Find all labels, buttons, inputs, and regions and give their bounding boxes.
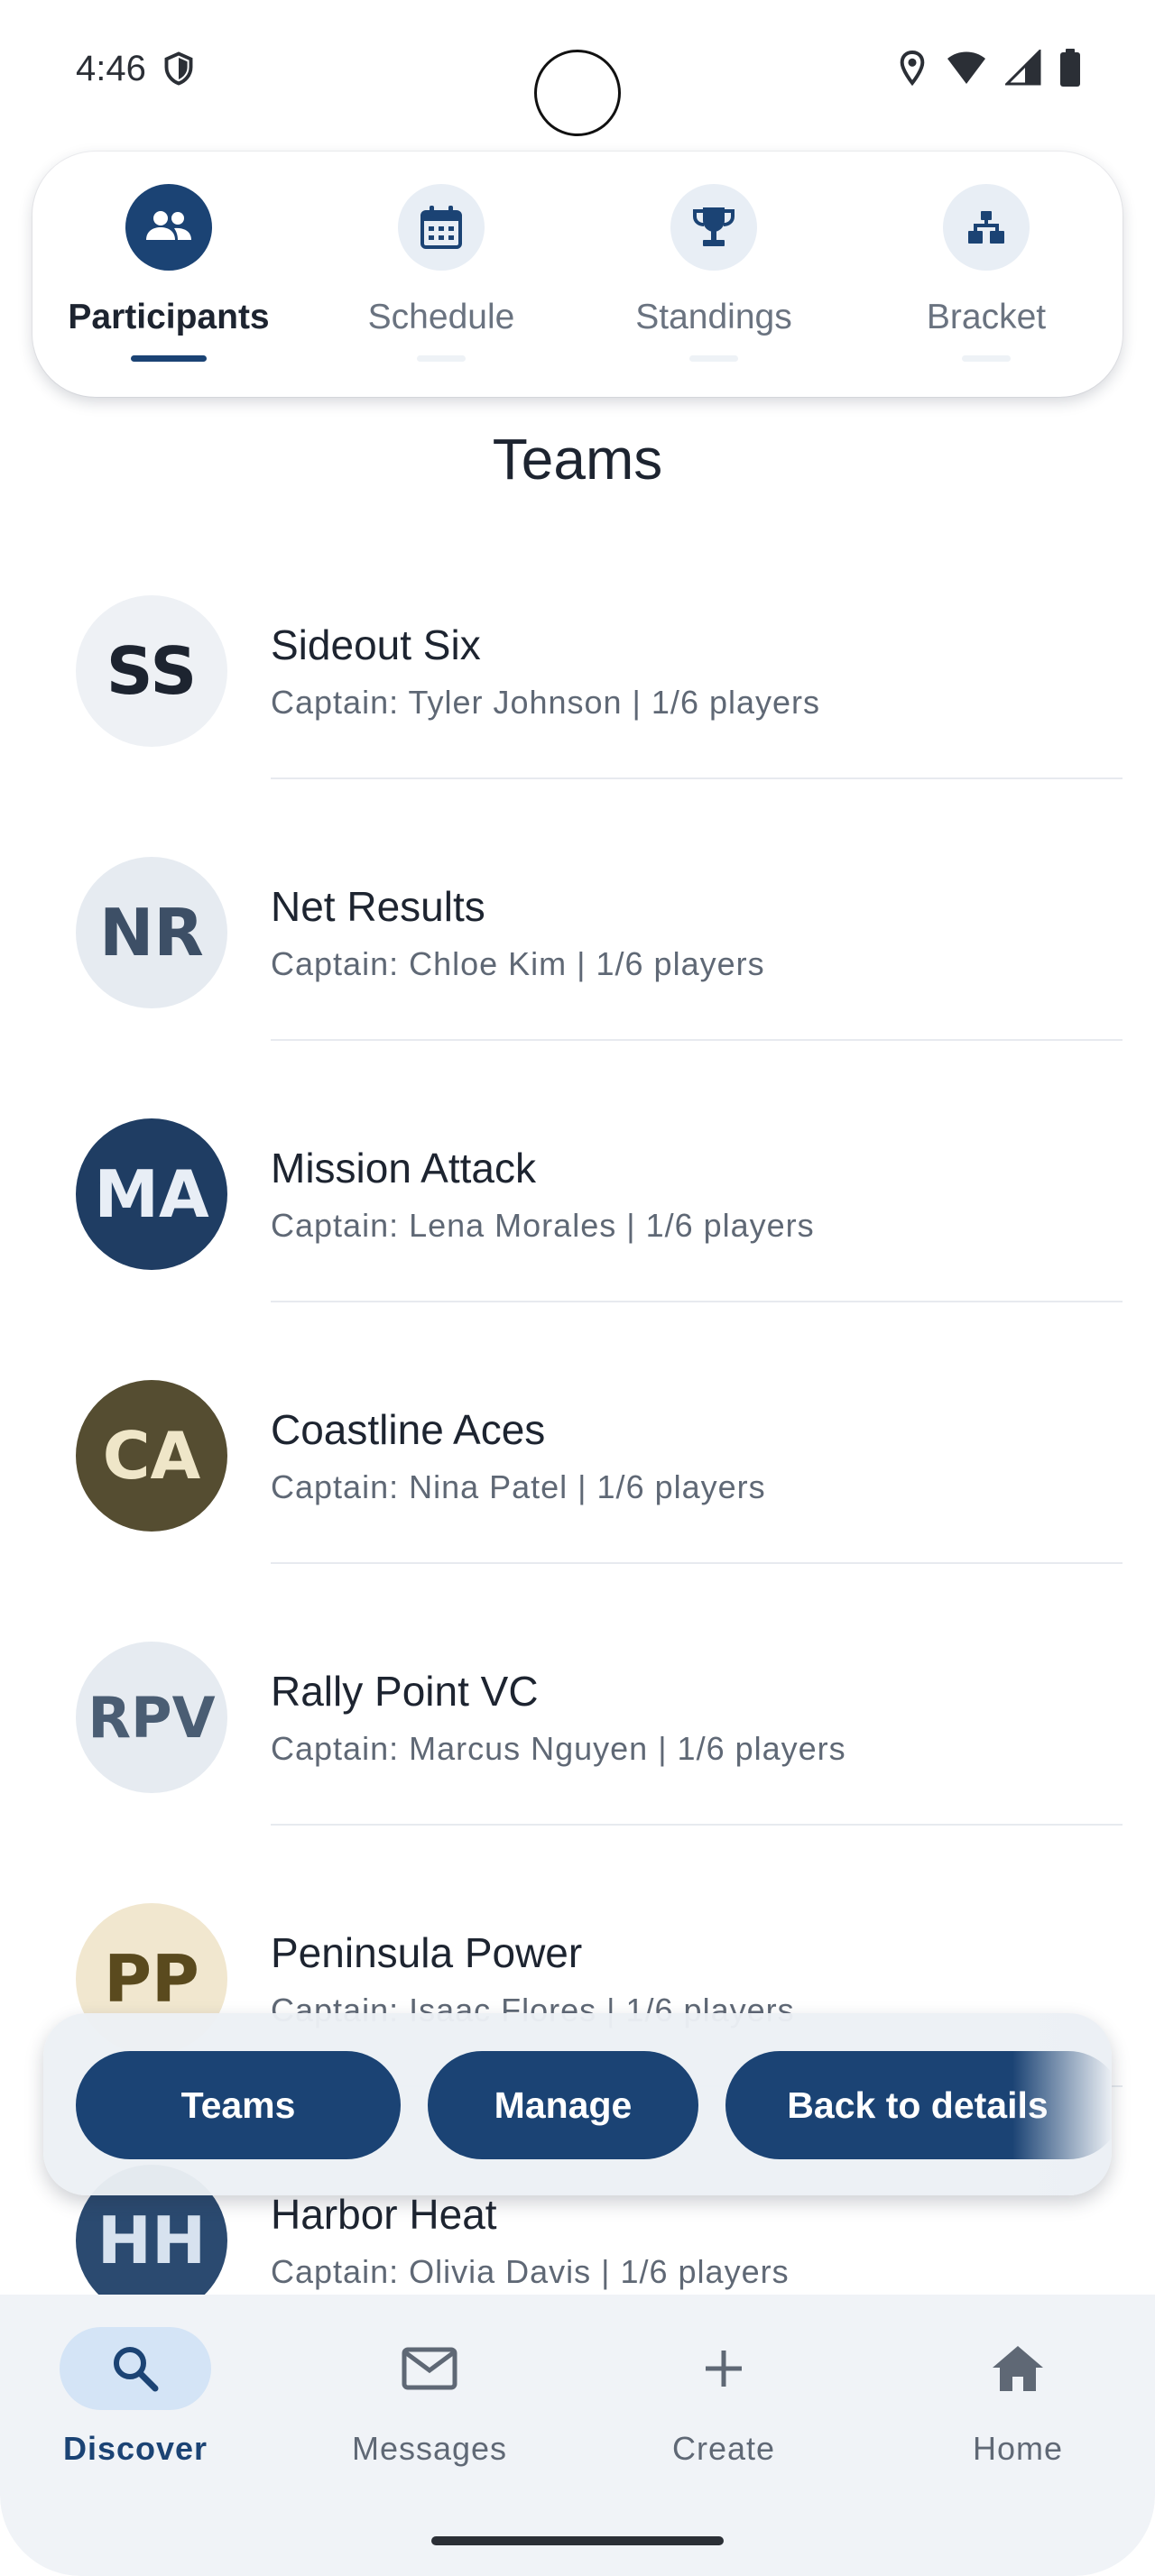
bracket-icon xyxy=(968,211,1004,244)
nav-label: Home xyxy=(972,2430,1064,2467)
mail-icon xyxy=(402,2347,457,2390)
row-divider xyxy=(271,1039,1123,1041)
shield-icon xyxy=(164,51,193,86)
team-captain-info: Captain: Lena Morales | 1/6 players xyxy=(271,1207,815,1244)
team-captain-info: Captain: Olivia Davis | 1/6 players xyxy=(271,2253,790,2290)
row-divider xyxy=(271,1562,1123,1564)
row-divider xyxy=(271,777,1123,779)
teams-button[interactable]: Teams xyxy=(76,2051,401,2159)
tab-schedule[interactable]: Schedule xyxy=(305,152,578,397)
tab-participants[interactable]: Participants xyxy=(32,152,305,397)
manage-button[interactable]: Manage xyxy=(428,2051,698,2159)
status-icons xyxy=(897,49,1081,87)
bottom-navigation: Discover Messages Create Home xyxy=(0,2295,1155,2576)
nav-icon-container xyxy=(648,2327,799,2410)
tab-label: Bracket xyxy=(926,298,1047,336)
team-row[interactable]: RPV Rally Point VC Captain: Marcus Nguye… xyxy=(0,1624,1155,1885)
team-name: Net Results xyxy=(271,883,485,930)
team-avatar: CA xyxy=(76,1380,227,1532)
floating-action-bar: Teams Manage Back to details xyxy=(43,2013,1112,2195)
team-name: Coastline Aces xyxy=(271,1406,546,1453)
status-time: 4:46 xyxy=(76,49,146,88)
trophy-icon xyxy=(693,207,735,246)
nav-discover[interactable]: Discover xyxy=(36,2327,235,2468)
team-row[interactable]: NR Net Results Captain: Chloe Kim | 1/6 … xyxy=(0,839,1155,1100)
battery-icon xyxy=(1060,49,1080,87)
nav-icon-container xyxy=(942,2327,1094,2410)
nav-label: Messages xyxy=(351,2430,508,2467)
tab-icon-container xyxy=(670,184,757,271)
plus-icon xyxy=(706,2351,742,2387)
status-bar: 4:46 xyxy=(0,0,1155,136)
team-name: Sideout Six xyxy=(271,621,481,668)
row-divider xyxy=(271,1824,1123,1826)
team-name: Harbor Heat xyxy=(271,2191,497,2238)
team-avatar: SS xyxy=(76,595,227,747)
home-indicator[interactable] xyxy=(431,2536,724,2545)
team-name: Mission Attack xyxy=(271,1145,536,1191)
nav-messages[interactable]: Messages xyxy=(330,2327,529,2468)
scroll-fade xyxy=(1012,2013,1112,2195)
row-divider xyxy=(271,1301,1123,1302)
tab-active-indicator xyxy=(131,355,207,362)
team-captain-info: Captain: Chloe Kim | 1/6 players xyxy=(271,945,765,982)
nav-active-pill xyxy=(60,2327,211,2410)
tab-indicator xyxy=(962,355,1011,362)
people-icon xyxy=(146,211,191,240)
team-name: Rally Point VC xyxy=(271,1668,539,1715)
team-row[interactable]: SS Sideout Six Captain: Tyler Johnson | … xyxy=(0,577,1155,839)
calendar-icon xyxy=(420,206,462,249)
tab-bracket[interactable]: Bracket xyxy=(850,152,1123,397)
team-row[interactable]: MA Mission Attack Captain: Lena Morales … xyxy=(0,1100,1155,1362)
team-captain-info: Captain: Marcus Nguyen | 1/6 players xyxy=(271,1730,846,1767)
tab-indicator xyxy=(689,355,738,362)
tab-standings[interactable]: Standings xyxy=(578,152,850,397)
team-captain-info: Captain: Tyler Johnson | 1/6 players xyxy=(271,684,821,721)
team-avatar: MA xyxy=(76,1118,227,1270)
team-row[interactable]: CA Coastline Aces Captain: Nina Patel | … xyxy=(0,1362,1155,1624)
team-name: Peninsula Power xyxy=(271,1929,583,1976)
nav-home[interactable]: Home xyxy=(919,2327,1117,2468)
camera-cutout xyxy=(534,50,621,136)
tournament-tabs: Participants Schedule Standings Bracket xyxy=(32,152,1123,397)
tab-icon-container xyxy=(125,184,212,271)
page-title: Teams xyxy=(492,427,663,492)
back-to-details-label: Back to details xyxy=(787,2084,1049,2126)
nav-label: Discover xyxy=(62,2430,208,2467)
signal-icon xyxy=(1005,50,1041,86)
team-captain-info: Captain: Nina Patel | 1/6 players xyxy=(271,1468,766,1505)
tab-icon-container xyxy=(398,184,485,271)
team-avatar: NR xyxy=(76,857,227,1008)
location-icon xyxy=(900,51,925,86)
team-avatar: RPV xyxy=(76,1642,227,1793)
tab-label: Standings xyxy=(635,298,792,336)
nav-create[interactable]: Create xyxy=(624,2327,823,2468)
wifi-icon xyxy=(947,51,985,84)
search-icon xyxy=(114,2347,159,2392)
tab-label: Schedule xyxy=(367,298,515,336)
tab-label: Participants xyxy=(68,298,270,336)
home-icon xyxy=(993,2346,1043,2391)
nav-label: Create xyxy=(671,2430,776,2467)
tab-icon-container xyxy=(943,184,1030,271)
nav-icon-container xyxy=(354,2327,505,2410)
tab-indicator xyxy=(417,355,466,362)
